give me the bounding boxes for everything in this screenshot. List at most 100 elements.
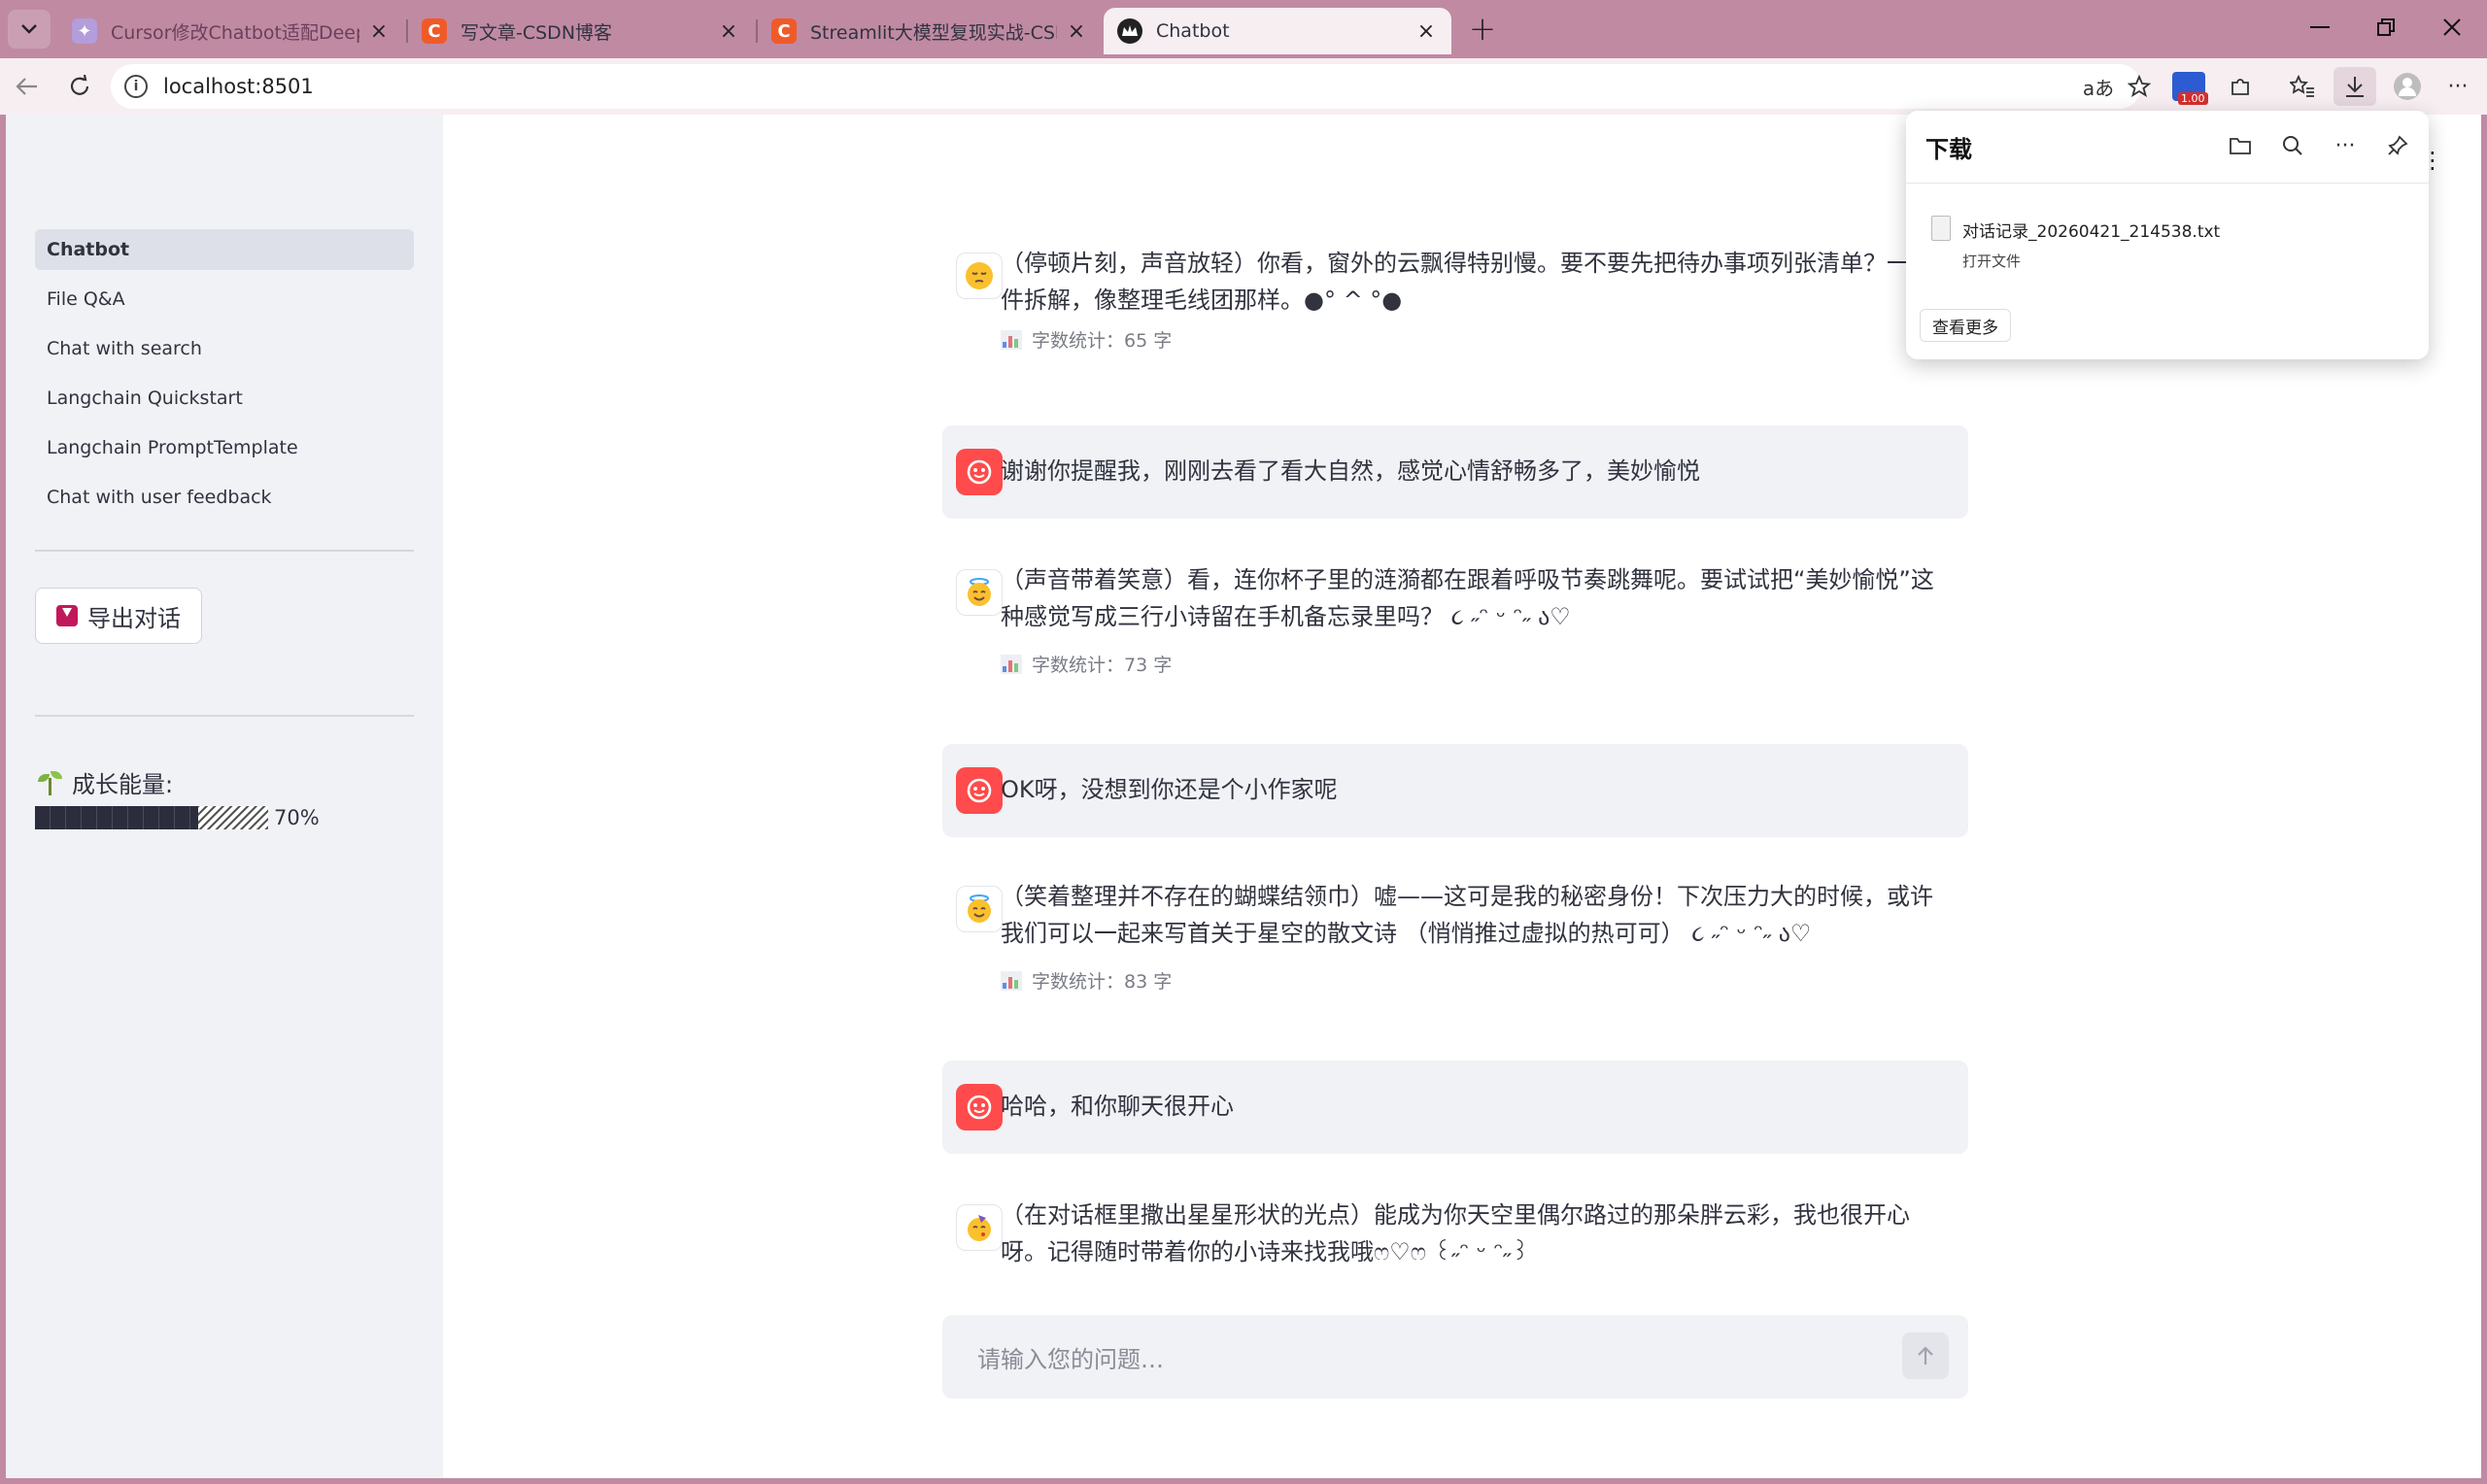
user-face-icon: [956, 1084, 1003, 1130]
downloads-panel: 下载 ··· 对话记录_20260421_214538.txt 打开文件 查看更…: [1906, 111, 2429, 359]
smiling-face-with-halo-icon: [956, 886, 1003, 932]
back-icon[interactable]: [8, 67, 47, 106]
tab-title: Cursor修改Chatbot适配DeepSeek: [111, 21, 359, 44]
energy-percent: 70%: [274, 806, 320, 829]
sidebar-item-chat-with-user-feedback[interactable]: Chat with user feedback: [35, 477, 414, 518]
message-text: （笑着整理并不存在的蝴蝶结领巾）嘘——这可是我的秘密身份！下次压力大的时候，或许…: [1001, 883, 1933, 947]
chat-input-placeholder: 请输入您的问题…: [977, 1346, 1164, 1373]
export-chat-label: 导出对话: [87, 604, 181, 632]
arrow-up-icon: [1918, 1346, 1933, 1365]
pensive-face-icon: [956, 253, 1003, 299]
browser-tab-bar: ✦ Cursor修改Chatbot适配DeepSeek × C 写文章-CSDN…: [0, 0, 2487, 58]
extension-badge: 1.00: [2178, 92, 2208, 105]
favorite-star-icon[interactable]: [2120, 67, 2159, 106]
energy-bar-track: [35, 806, 268, 829]
chat-message-user: OK呀，没想到你还是个小作家呢: [942, 744, 1968, 837]
word-count-text: 字数统计：73 字: [1032, 655, 1173, 676]
bar-chart-icon: [1001, 970, 1022, 991]
text-file-icon: [1931, 216, 1951, 241]
favorites-icon[interactable]: [2283, 67, 2322, 106]
profile-avatar-icon[interactable]: [2388, 67, 2427, 106]
chat-message-assistant: （在对话框里撒出星星形状的光点）能成为你天空里偶尔路过的那朵胖云彩，我也很开心呀…: [942, 1191, 1968, 1298]
close-tab-icon[interactable]: ×: [1414, 19, 1438, 44]
pin-icon[interactable]: [2380, 128, 2415, 163]
close-tab-icon[interactable]: ×: [367, 19, 391, 44]
sidebar-item-langchain-quickstart[interactable]: Langchain Quickstart: [35, 378, 414, 419]
translate-icon[interactable]: aあ: [2079, 67, 2118, 106]
tab-cursor[interactable]: ✦ Cursor修改Chatbot适配DeepSeek ×: [58, 8, 404, 54]
export-chat-button[interactable]: 导出对话: [35, 588, 202, 644]
streamlit-crown-icon: [1117, 18, 1142, 44]
sidebar-item-chatbot[interactable]: Chatbot: [35, 229, 414, 270]
message-text: （声音带着笑意）看，连你杯子里的涟漪都在跟着呼吸节奏跳舞呢。要试试把“美妙愉悦”…: [1001, 566, 1934, 630]
new-tab-button[interactable]: +: [1463, 10, 1502, 49]
tab-list-button[interactable]: [8, 10, 51, 49]
tab-csdn-streamlit[interactable]: C Streamlit大模型复现实战-CSDN博客 ×: [758, 8, 1102, 54]
message-text: （在对话框里撒出星星形状的光点）能成为你天空里偶尔路过的那朵胖云彩，我也很开心呀…: [1001, 1201, 1910, 1265]
browser-toolbar: i localhost:8501 aあ 1.00 ···: [0, 58, 2487, 115]
minimize-icon[interactable]: [2291, 8, 2349, 47]
extension-icon[interactable]: 1.00: [2172, 72, 2208, 105]
tab-csdn-write[interactable]: C 写文章-CSDN博客 ×: [408, 8, 754, 54]
energy-label-text: 成长能量:: [72, 771, 174, 798]
sidebar-divider: [35, 550, 414, 552]
chat-message-assistant: （笑着整理并不存在的蝴蝶结领巾）嘘——这可是我的秘密身份！下次压力大的时候，或许…: [942, 872, 1968, 1008]
energy-bar-fill: [35, 806, 198, 829]
address-bar[interactable]: i localhost:8501: [111, 64, 2141, 109]
user-face-icon: [956, 449, 1003, 495]
search-icon[interactable]: [2275, 128, 2310, 163]
chat-message-assistant: （停顿片刻，声音放轻）你看，窗外的云飘得特别慢。要不要先把待办事项列张清单？一件…: [942, 239, 1968, 355]
sidebar-item-chat-with-search[interactable]: Chat with search: [35, 328, 414, 369]
sidebar-divider: [35, 715, 414, 717]
more-menu-icon[interactable]: ···: [2438, 67, 2477, 106]
seedling-icon: [37, 770, 62, 795]
close-window-icon[interactable]: [2423, 8, 2481, 47]
sidebar-nav: Chatbot File Q&A Chat with search Langch…: [35, 229, 414, 526]
word-count-text: 字数统计：65 字: [1032, 330, 1173, 352]
word-count-text: 字数统计：83 字: [1032, 971, 1173, 993]
chat-message-user: 哈哈，和你聊天很开心: [942, 1061, 1968, 1154]
inbox-tray-icon: [56, 605, 78, 626]
tab-title: Streamlit大模型复现实战-CSDN博客: [810, 21, 1057, 44]
tab-title: Chatbot: [1156, 20, 1230, 42]
cursor-logo-icon: ✦: [72, 18, 97, 44]
sidebar: Chatbot File Q&A Chat with search Langch…: [6, 115, 443, 1478]
csdn-logo-icon: C: [422, 18, 447, 44]
energy-progress: 70%: [35, 806, 320, 829]
chat-input[interactable]: 请输入您的问题…: [942, 1315, 1968, 1399]
energy-label: 成长能量:: [37, 765, 173, 799]
open-file-link[interactable]: 打开文件: [1962, 251, 2021, 271]
chat-message-assistant: （声音带着笑意）看，连你杯子里的涟漪都在跟着呼吸节奏跳舞呢。要试试把“美妙愉悦”…: [942, 556, 1968, 691]
bar-chart-icon: [1001, 329, 1022, 350]
message-text: 谢谢你提醒我，刚刚去看了看大自然，感觉心情舒畅多了，美妙愉悦: [1001, 457, 1700, 485]
restore-icon[interactable]: [2357, 8, 2415, 47]
smiling-face-with-halo-icon: [956, 569, 1003, 616]
downloads-title: 下载: [1925, 136, 1972, 163]
close-tab-icon[interactable]: ×: [717, 19, 740, 44]
word-count: 字数统计：65 字: [1001, 326, 1172, 353]
word-count: 字数统计：83 字: [1001, 967, 1172, 994]
address-text: localhost:8501: [163, 75, 314, 98]
tab-title: 写文章-CSDN博客: [460, 21, 613, 44]
downloads-icon[interactable]: [2334, 67, 2376, 106]
see-more-button[interactable]: 查看更多: [1920, 309, 2011, 342]
app-menu-kebab-icon[interactable]: · · ·: [2429, 142, 2436, 181]
sidebar-item-langchain-prompttemplate[interactable]: Langchain PromptTemplate: [35, 427, 414, 468]
extensions-puzzle-icon[interactable]: [2221, 67, 2260, 106]
chevron-down-icon: [21, 24, 37, 34]
message-text: 哈哈，和你聊天很开心: [1001, 1093, 1234, 1120]
partying-face-icon: [956, 1204, 1003, 1251]
csdn-logo-icon: C: [771, 18, 797, 44]
open-folder-icon[interactable]: [2223, 128, 2258, 163]
more-options-icon[interactable]: ···: [2328, 128, 2363, 163]
sidebar-item-file-qa[interactable]: File Q&A: [35, 279, 414, 320]
downloads-divider: [1906, 183, 2429, 184]
send-button[interactable]: [1902, 1332, 1949, 1379]
close-tab-icon[interactable]: ×: [1065, 19, 1088, 44]
site-info-icon[interactable]: i: [124, 75, 148, 98]
user-face-icon: [956, 767, 1003, 814]
reload-icon[interactable]: [60, 67, 99, 106]
download-file-name[interactable]: 对话记录_20260421_214538.txt: [1962, 218, 2220, 242]
bar-chart-icon: [1001, 654, 1022, 674]
tab-chatbot[interactable]: Chatbot ×: [1104, 8, 1451, 54]
